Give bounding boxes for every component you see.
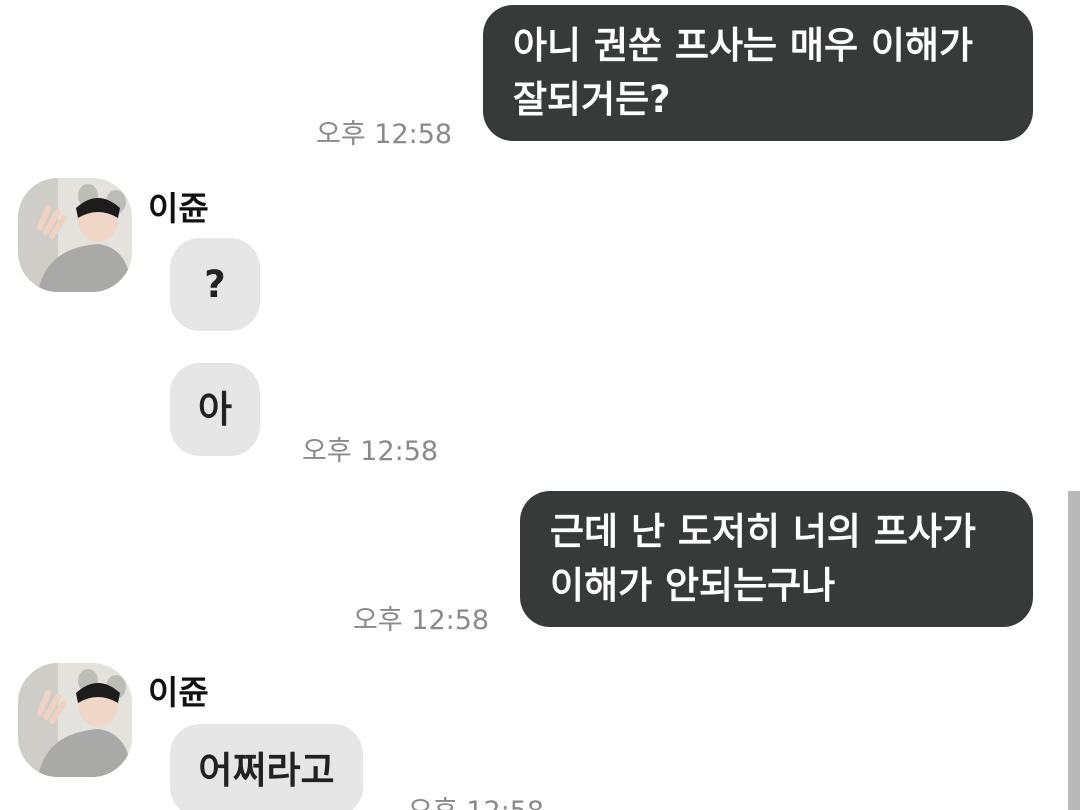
avatar-photo-icon [18,178,132,292]
incoming-message-bubble[interactable]: 아 [170,363,260,456]
scrollbar[interactable] [1068,491,1080,810]
sender-name: 이쥰 [148,189,209,228]
chat-window: 오후 12:58 아니 권쑨 프사는 매우 이해가 잘되거든? 이쥰 ? 아 오… [0,0,1080,810]
profile-avatar[interactable] [18,178,132,292]
outgoing-message-bubble[interactable]: 아니 권쑨 프사는 매우 이해가 잘되거든? [483,5,1033,141]
message-time: 오후 12:58 [408,789,544,810]
incoming-message-bubble[interactable]: ? [170,238,260,331]
avatar-photo-icon [18,663,132,777]
message-time: 오후 12:58 [316,119,453,150]
incoming-message-bubble[interactable]: 어쩌라고 [170,724,363,810]
sender-name: 이쥰 [148,673,209,712]
message-time: 오후 12:58 [353,605,490,636]
message-time: 오후 12:58 [302,436,439,467]
profile-avatar[interactable] [18,663,132,777]
outgoing-message-bubble[interactable]: 근데 난 도저히 너의 프사가 이해가 안되는구나 [520,491,1033,627]
